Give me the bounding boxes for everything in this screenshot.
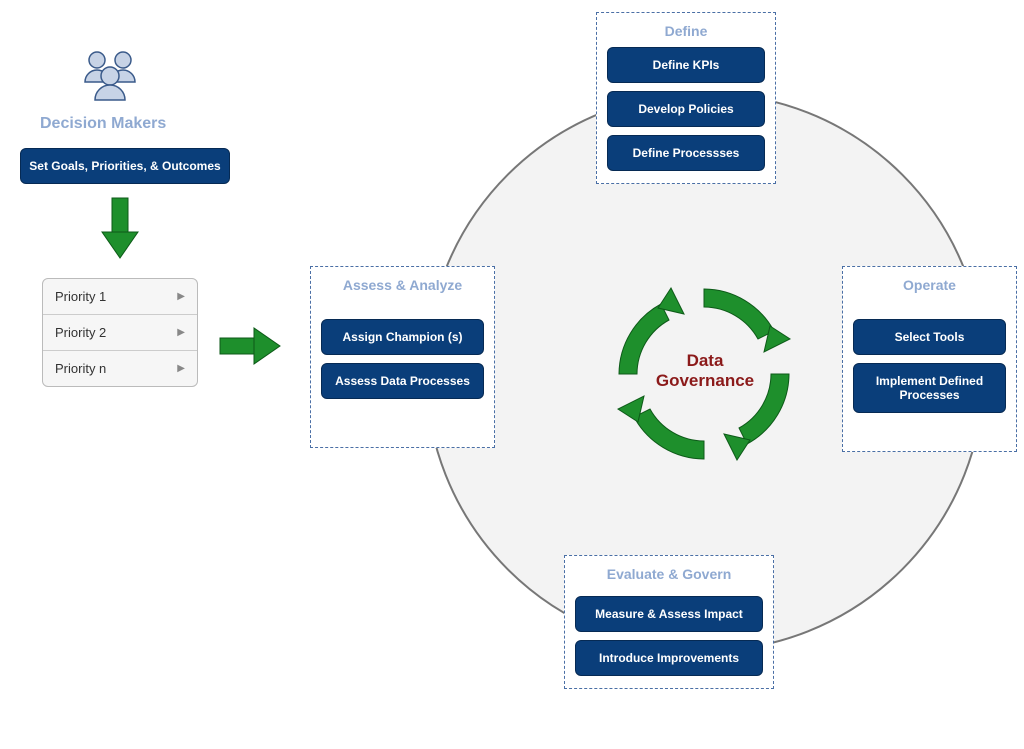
arrow-right-icon: [218, 326, 283, 366]
action-button: Assign Champion (s): [321, 319, 484, 355]
chevron-right-icon: ▶: [177, 291, 185, 302]
action-button: Define KPIs: [607, 47, 765, 83]
action-button: Introduce Improvements: [575, 640, 763, 676]
box-title: Evaluate & Govern: [575, 566, 763, 582]
priority-label: Priority 2: [55, 325, 106, 340]
assess-box: Assess & Analyze Assign Champion (s) Ass…: [310, 266, 495, 448]
action-button: Implement Defined Processes: [853, 363, 1006, 413]
evaluate-box: Evaluate & Govern Measure & Assess Impac…: [564, 555, 774, 689]
center-label: Data Governance: [625, 351, 785, 392]
box-title: Operate: [853, 277, 1006, 293]
priority-list: Priority 1 ▶ Priority 2 ▶ Priority n ▶: [42, 278, 198, 387]
action-button: Develop Policies: [607, 91, 765, 127]
priority-item: Priority 1 ▶: [43, 279, 197, 315]
action-button: Measure & Assess Impact: [575, 596, 763, 632]
chevron-right-icon: ▶: [177, 363, 185, 374]
box-title: Define: [607, 23, 765, 39]
people-icon: [75, 48, 145, 108]
action-button: Define Processses: [607, 135, 765, 171]
action-button: Select Tools: [853, 319, 1006, 355]
priority-item: Priority n ▶: [43, 351, 197, 386]
arrow-down-icon: [100, 196, 140, 261]
define-box: Define Define KPIs Develop Policies Defi…: [596, 12, 776, 184]
box-title: Assess & Analyze: [321, 277, 484, 293]
action-button: Assess Data Processes: [321, 363, 484, 399]
decision-makers-title: Decision Makers: [40, 115, 166, 133]
set-goals-button: Set Goals, Priorities, & Outcomes: [20, 148, 230, 184]
operate-box: Operate Select Tools Implement Defined P…: [842, 266, 1017, 452]
priority-label: Priority 1: [55, 289, 106, 304]
priority-label: Priority n: [55, 361, 106, 376]
priority-item: Priority 2 ▶: [43, 315, 197, 351]
chevron-right-icon: ▶: [177, 327, 185, 338]
